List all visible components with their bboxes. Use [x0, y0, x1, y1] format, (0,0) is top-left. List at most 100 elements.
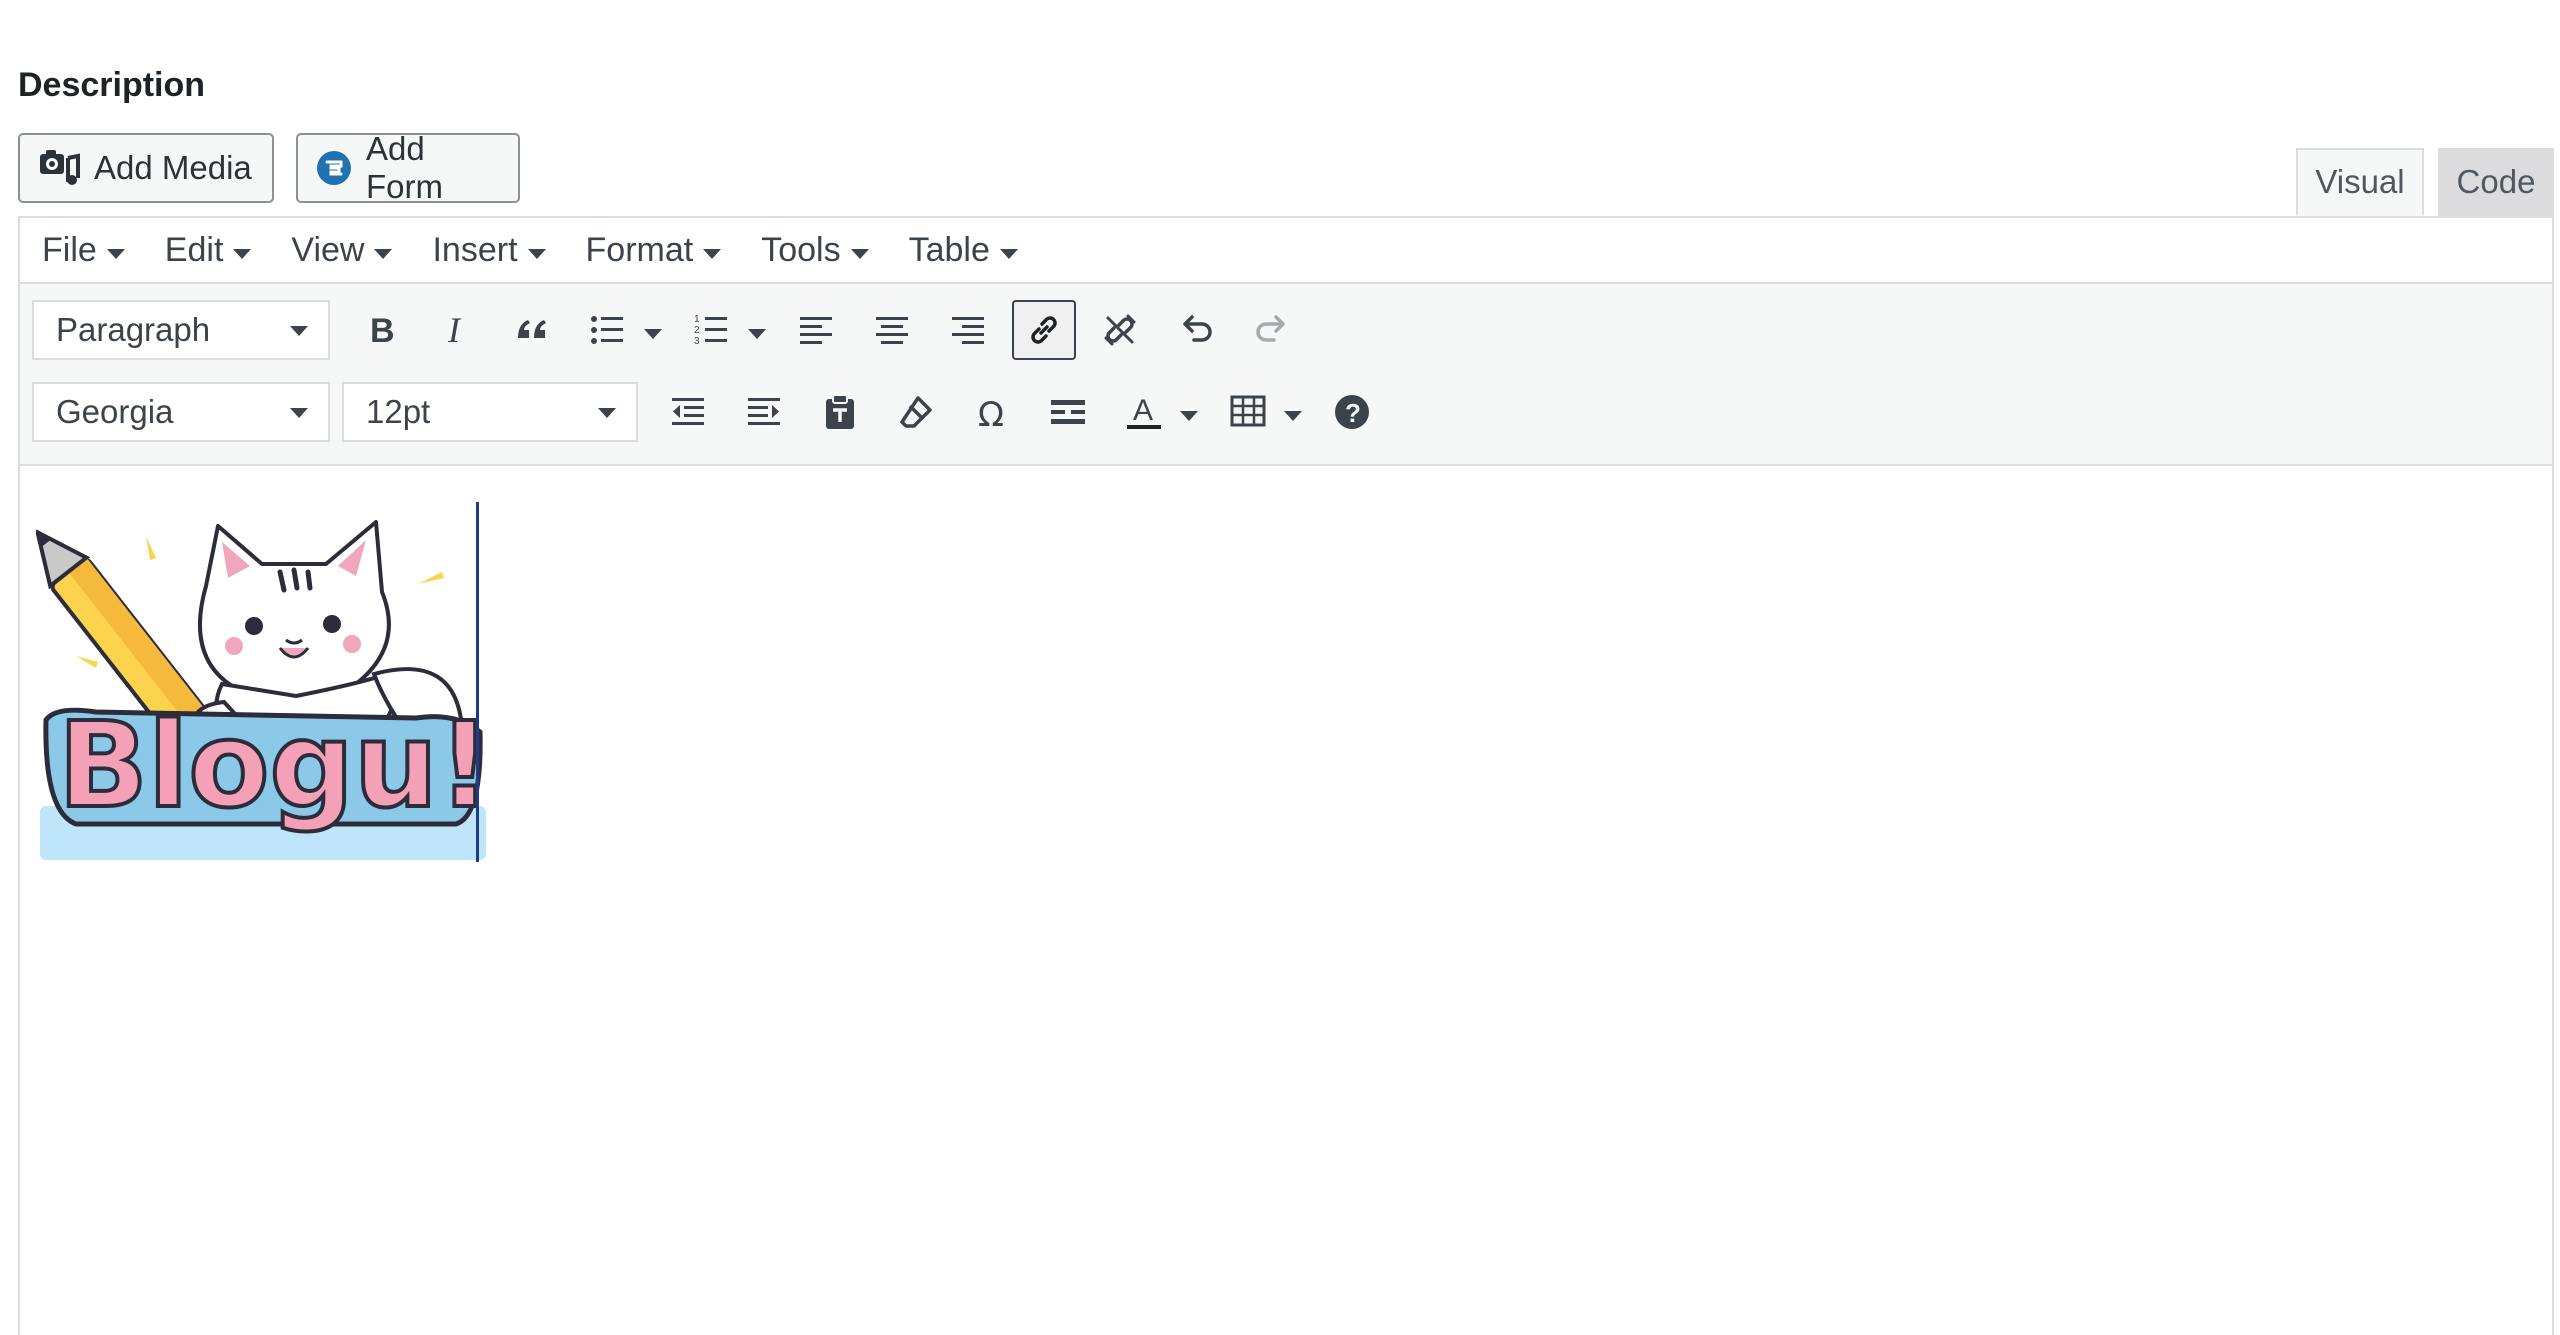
horizontal-rule-icon: [1051, 400, 1085, 424]
table-options[interactable]: [1278, 382, 1308, 442]
chevron-down-icon: [1284, 411, 1302, 421]
omega-glyph: Ω: [978, 395, 1004, 432]
svg-text:I: I: [447, 310, 462, 350]
svg-text:1: 1: [694, 314, 700, 325]
chevron-down-icon: [850, 249, 869, 259]
special-character-button[interactable]: Ω: [960, 382, 1024, 442]
quote-icon: [518, 320, 546, 338]
menu-insert[interactable]: Insert: [410, 231, 563, 270]
table-icon: [1230, 395, 1266, 427]
menu-format-label: Format: [585, 230, 694, 269]
menu-table[interactable]: Table: [887, 231, 1036, 270]
chevron-down-icon: [644, 329, 662, 339]
add-media-label: Add Media: [94, 149, 252, 186]
omega-icon: Ω: [978, 395, 1004, 432]
help-icon: ?: [1335, 395, 1369, 429]
unlink-icon: [1104, 314, 1136, 346]
chevron-down-icon: [290, 408, 308, 418]
font-family-value: Georgia: [56, 393, 174, 430]
toolbar-row-2: Georgia 12pt Ω A ?: [32, 380, 1390, 444]
editor-toolbar: Paragraph B I 1 2 3 Georgia 12pt Ω A ?: [20, 284, 2552, 466]
bullet-list-icon: [591, 316, 623, 344]
align-left-button[interactable]: [784, 300, 848, 360]
insert-link-button[interactable]: [1012, 300, 1076, 360]
numbered-list-icon: 1 2 3: [694, 314, 727, 347]
add-form-label: Add Form: [366, 130, 443, 205]
tab-code[interactable]: Code: [2438, 148, 2554, 216]
block-format-select[interactable]: Paragraph: [32, 300, 330, 360]
clipboard-icon: [826, 394, 854, 429]
outdent-button[interactable]: [656, 382, 720, 442]
redo-icon: [1256, 315, 1285, 342]
numbered-list-button[interactable]: 1 2 3: [680, 300, 744, 360]
text-color-button[interactable]: A: [1112, 382, 1176, 442]
text-cursor: [476, 502, 479, 862]
text-color-icon: A: [1127, 394, 1161, 429]
chevron-down-icon: [374, 249, 393, 259]
font-size-value: 12pt: [366, 393, 431, 430]
chevron-down-icon: [290, 326, 308, 336]
menu-file[interactable]: File: [20, 231, 143, 270]
block-format-value: Paragraph: [56, 311, 211, 348]
svg-text:2: 2: [694, 325, 700, 336]
chevron-down-icon: [703, 249, 722, 259]
undo-button[interactable]: [1164, 300, 1228, 360]
paste-as-text-button[interactable]: [808, 382, 872, 442]
eraser-icon: [900, 396, 932, 428]
bullet-list-options[interactable]: [638, 300, 668, 360]
font-size-select[interactable]: 12pt: [342, 382, 638, 442]
editor-menubar: File Edit View Insert Format Tools Table: [20, 218, 2552, 284]
menu-view-label: View: [291, 230, 365, 269]
bullet-list-button[interactable]: [576, 300, 640, 360]
menu-tools[interactable]: Tools: [739, 231, 886, 270]
font-family-select[interactable]: Georgia: [32, 382, 330, 442]
table-button[interactable]: [1216, 382, 1280, 442]
align-center-button[interactable]: [860, 300, 924, 360]
form-icon: [317, 151, 351, 185]
remove-link-button[interactable]: [1088, 300, 1152, 360]
tab-visual[interactable]: Visual: [2296, 148, 2424, 216]
chevron-down-icon: [1180, 411, 1198, 421]
cat-with-pencil-logo-icon[interactable]: Blogu!: [36, 506, 486, 860]
align-center-icon: [876, 317, 908, 344]
menu-view[interactable]: View: [269, 231, 410, 270]
chevron-down-icon: [527, 249, 546, 259]
add-form-button[interactable]: Add Form: [296, 130, 520, 205]
chevron-down-icon: [748, 329, 766, 339]
menu-insert-label: Insert: [432, 230, 518, 269]
menu-edit-label: Edit: [164, 230, 224, 269]
menu-file-label: File: [42, 230, 97, 269]
description-label: Description: [18, 66, 206, 104]
editor-content[interactable]: Blogu!: [20, 466, 2552, 1335]
outdent-icon: [672, 398, 704, 425]
menu-table-label: Table: [908, 230, 990, 269]
redo-button[interactable]: [1240, 300, 1304, 360]
chevron-down-icon: [106, 249, 125, 259]
indent-button[interactable]: [732, 382, 796, 442]
link-icon: [1031, 316, 1057, 344]
text-color-glyph: A: [1133, 394, 1153, 427]
editor-frame: File Edit View Insert Format Tools Table…: [18, 216, 2554, 1335]
bold-button[interactable]: B: [348, 300, 412, 360]
blockquote-button[interactable]: [500, 300, 564, 360]
camera-music-icon: [40, 150, 80, 185]
align-right-button[interactable]: [936, 300, 1000, 360]
menu-format[interactable]: Format: [564, 231, 740, 270]
svg-text:B: B: [370, 312, 395, 350]
chevron-down-icon: [598, 408, 616, 418]
keyboard-shortcuts-button[interactable]: ?: [1320, 382, 1384, 442]
logo-lettering: Blogu!: [58, 696, 486, 834]
add-media-button[interactable]: Add Media: [18, 133, 274, 203]
horizontal-line-button[interactable]: [1036, 382, 1100, 442]
svg-text:3: 3: [694, 336, 700, 347]
italic-icon: I: [447, 310, 462, 350]
align-left-icon: [800, 317, 832, 344]
bold-icon: B: [370, 312, 395, 350]
clear-formatting-button[interactable]: [884, 382, 948, 442]
menu-edit[interactable]: Edit: [143, 231, 270, 270]
text-color-options[interactable]: [1174, 382, 1204, 442]
italic-button[interactable]: I: [424, 300, 488, 360]
toolbar-row-1: Paragraph B I 1 2 3: [32, 298, 1310, 362]
chevron-down-icon: [999, 249, 1018, 259]
numbered-list-options[interactable]: [742, 300, 772, 360]
